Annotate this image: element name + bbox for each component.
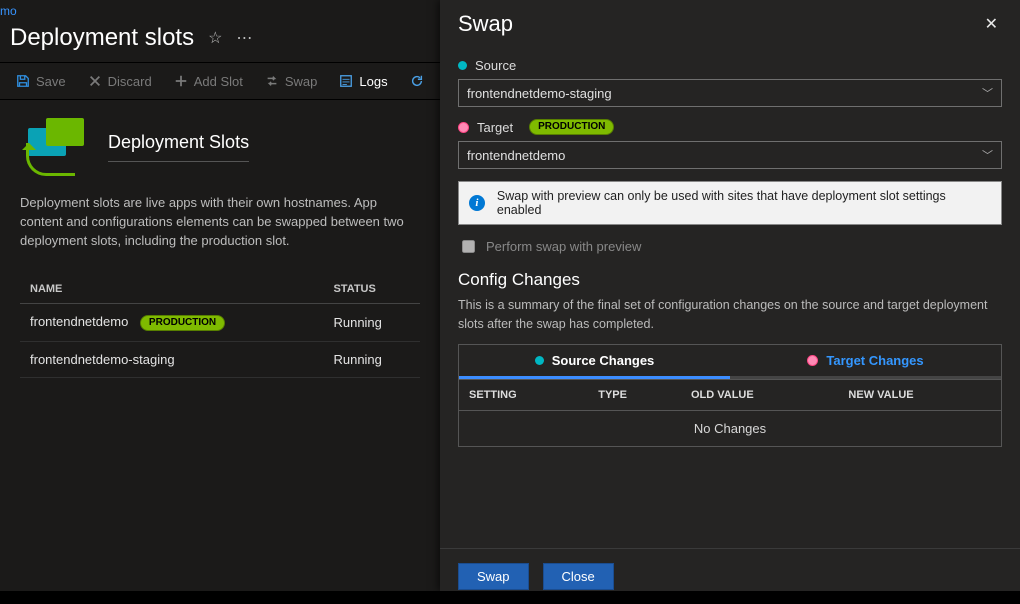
info-icon: i (469, 195, 485, 211)
slot-status: Running (323, 303, 420, 341)
logs-button[interactable]: Logs (331, 70, 395, 93)
info-text: Swap with preview can only be used with … (497, 189, 991, 217)
close-icon[interactable]: ✕ (981, 10, 1002, 38)
add-slot-label: Add Slot (194, 74, 243, 89)
more-icon[interactable]: ⋯ (236, 28, 252, 48)
production-badge: PRODUCTION (140, 315, 225, 331)
preview-checkbox[interactable]: Perform swap with preview (458, 237, 1002, 256)
col-new: NEW VALUE (838, 379, 1001, 410)
config-changes-summary: This is a summary of the final set of co… (458, 296, 1002, 334)
info-banner: i Swap with preview can only be used wit… (458, 181, 1002, 225)
col-setting: SETTING (459, 379, 589, 410)
slot-status: Running (323, 341, 420, 377)
save-button[interactable]: Save (8, 70, 74, 93)
slots-hero-icon (20, 118, 88, 176)
save-label: Save (36, 74, 66, 89)
toolbar: Save Discard Add Slot Swap Logs (0, 62, 440, 100)
refresh-button[interactable] (402, 70, 432, 92)
target-dot-icon (458, 122, 469, 133)
logs-icon (339, 74, 353, 88)
swap-button[interactable]: Swap (458, 563, 529, 590)
slot-name: frontendnetdemo-staging (20, 341, 323, 377)
slots-table: NAME STATUS frontendnetdemo PRODUCTION R… (20, 275, 420, 378)
production-badge: PRODUCTION (529, 119, 614, 135)
source-value: frontendnetdemo-staging (467, 86, 612, 101)
plus-icon (174, 74, 188, 88)
table-row[interactable]: frontendnetdemo PRODUCTION Running (20, 303, 420, 341)
close-button[interactable]: Close (543, 563, 614, 590)
swap-icon (265, 74, 279, 88)
refresh-icon (410, 74, 424, 88)
chevron-down-icon: ﹀ (982, 147, 993, 163)
target-dot-icon (807, 355, 818, 366)
chevron-down-icon: ﹀ (982, 85, 993, 101)
target-value: frontendnetdemo (467, 148, 565, 163)
col-status: STATUS (323, 275, 420, 304)
config-changes-title: Config Changes (458, 270, 1002, 290)
col-name: NAME (20, 275, 323, 304)
source-dot-icon (458, 61, 467, 70)
source-dot-icon (535, 356, 544, 365)
swap-button-toolbar[interactable]: Swap (257, 70, 326, 93)
add-slot-button[interactable]: Add Slot (166, 70, 251, 93)
hero-title: Deployment Slots (108, 132, 249, 162)
source-select[interactable]: frontendnetdemo-staging ﹀ (458, 79, 1002, 107)
description-text: Deployment slots are live apps with thei… (20, 194, 420, 251)
breadcrumb[interactable]: mo (0, 0, 440, 18)
config-table: SETTING TYPE OLD VALUE NEW VALUE No Chan… (458, 379, 1002, 447)
col-type: TYPE (588, 379, 681, 410)
preview-checkbox-label: Perform swap with preview (486, 239, 641, 254)
col-old: OLD VALUE (681, 379, 838, 410)
blade-title: Swap (458, 11, 513, 37)
no-changes-text: No Changes (459, 410, 1002, 446)
discard-icon (88, 74, 102, 88)
favorite-icon[interactable]: ☆ (208, 28, 222, 48)
preview-checkbox-input[interactable] (462, 240, 475, 253)
logs-label: Logs (359, 74, 387, 89)
tab-source-changes[interactable]: Source Changes (459, 345, 730, 379)
source-label: Source (475, 58, 516, 73)
table-row[interactable]: frontendnetdemo-staging Running (20, 341, 420, 377)
swap-label: Swap (285, 74, 318, 89)
discard-label: Discard (108, 74, 152, 89)
page-title: Deployment slots (10, 24, 194, 52)
target-select[interactable]: frontendnetdemo ﹀ (458, 141, 1002, 169)
discard-button[interactable]: Discard (80, 70, 160, 93)
tab-target-changes[interactable]: Target Changes (730, 345, 1001, 379)
swap-blade: Swap ✕ Source frontendnetdemo-staging ﹀ … (440, 0, 1020, 591)
save-icon (16, 74, 30, 88)
slot-name: frontendnetdemo (30, 314, 128, 329)
target-label: Target (477, 120, 513, 135)
